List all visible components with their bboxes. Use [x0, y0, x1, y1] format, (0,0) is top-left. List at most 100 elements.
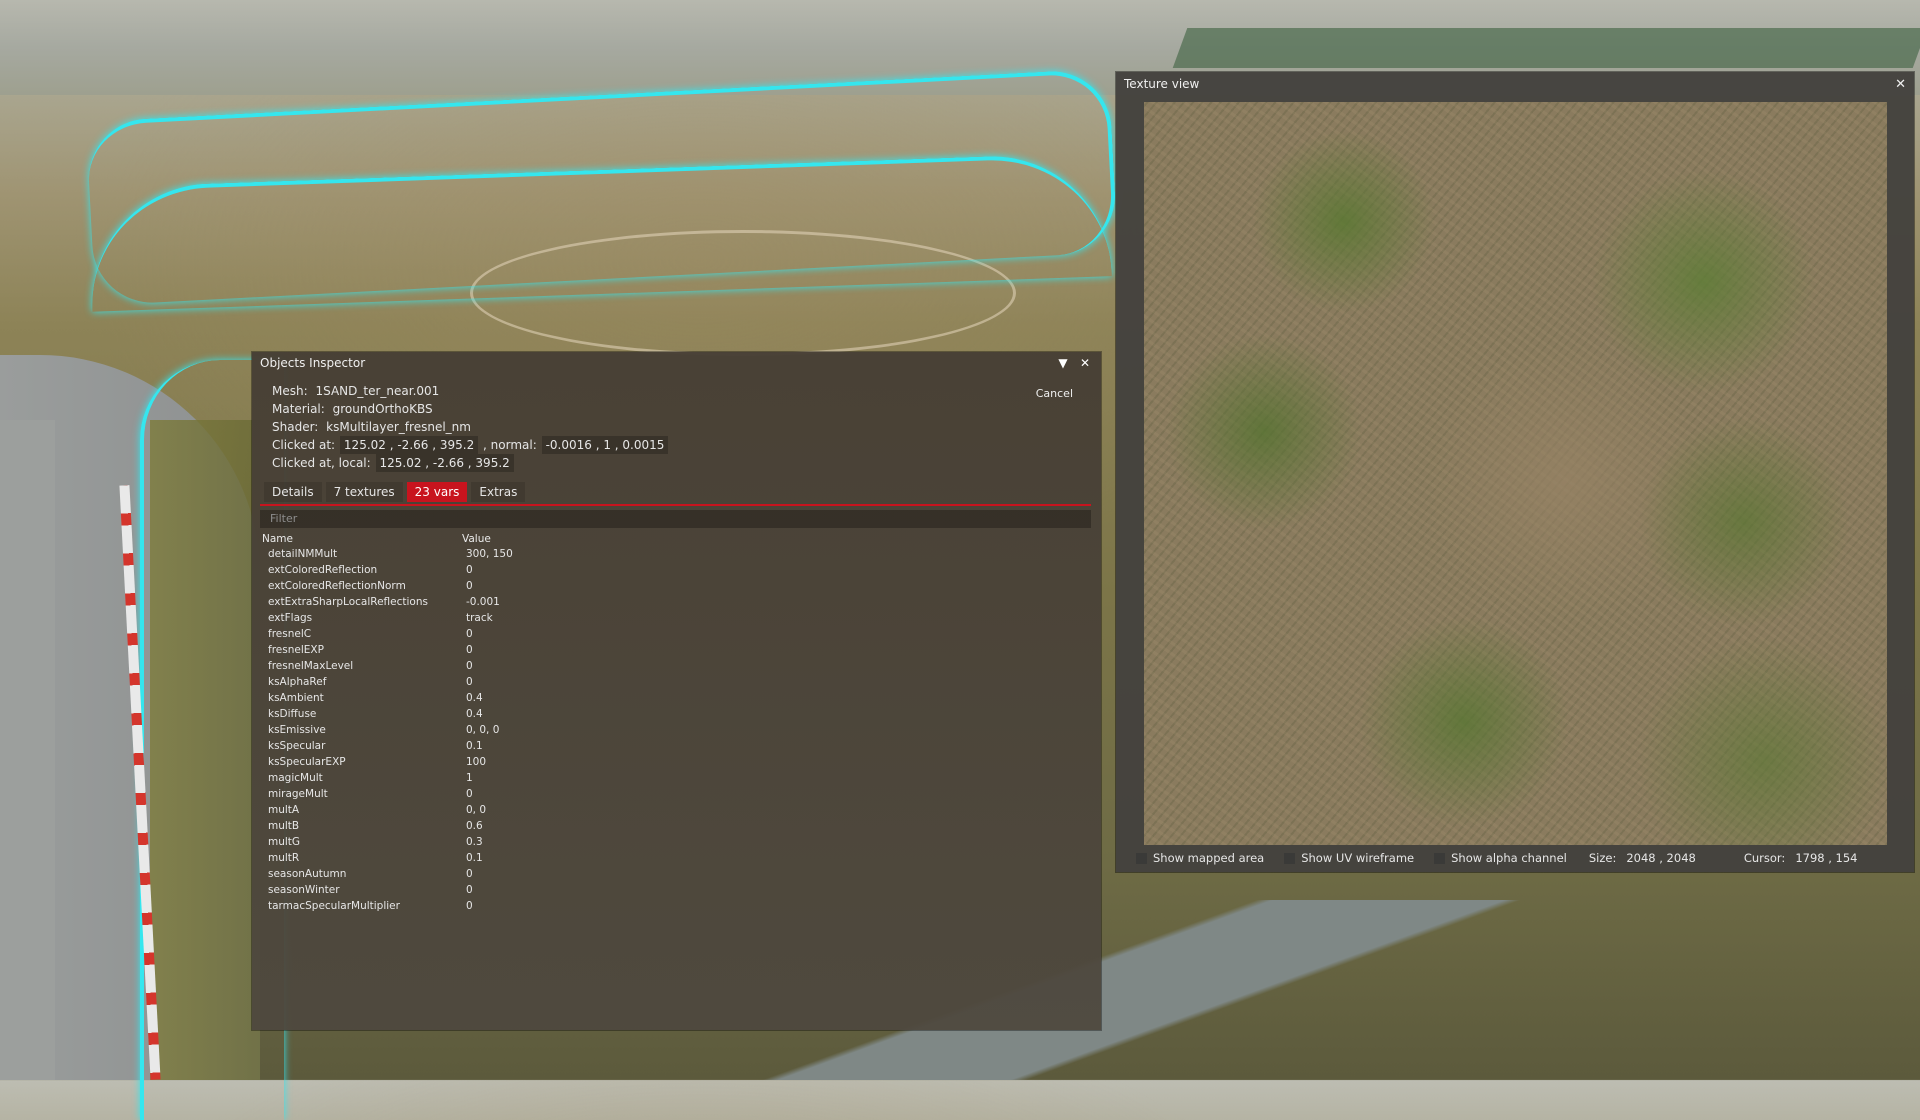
var-row[interactable]: fresnelEXP 0	[260, 642, 660, 658]
var-value: 0, 0	[466, 804, 487, 816]
clicked-at-line: Clicked at: 125.02 , -2.66 , 395.2 , nor…	[272, 436, 669, 454]
var-row[interactable]: magicMult 1	[260, 770, 660, 786]
inspector-titlebar[interactable]: Objects Inspector ▼ ✕	[252, 352, 1101, 374]
var-name: extColoredReflection	[268, 564, 378, 576]
vars-header: Name Value	[260, 532, 660, 546]
clicked-at-label: Clicked at:	[272, 438, 336, 452]
mesh-label: Mesh:	[272, 384, 308, 398]
var-row[interactable]: fresnelMaxLevel 0	[260, 658, 660, 674]
var-value: 0.4	[466, 692, 483, 704]
show-mapped-area-checkbox[interactable]: Show mapped area	[1136, 851, 1264, 865]
size-value: 2048 , 2048	[1626, 851, 1696, 865]
texture-preview[interactable]	[1144, 102, 1887, 845]
shader-value: ksMultilayer_fresnel_nm	[326, 420, 471, 434]
checkbox-box	[1284, 852, 1296, 864]
tab-vars[interactable]: 23 vars	[406, 482, 468, 502]
texture-view-panel: Texture view ✕ Show mapped area Show UV …	[1116, 72, 1914, 872]
tab-textures[interactable]: 7 textures	[325, 482, 403, 502]
column-header-value[interactable]: Value	[460, 532, 660, 546]
texture-size: Size: 2048 , 2048	[1589, 851, 1696, 865]
var-value: 0, 0, 0	[466, 724, 500, 736]
show-alpha-channel-checkbox[interactable]: Show alpha channel	[1434, 851, 1567, 865]
var-row[interactable]: extColoredReflectionNorm 0	[260, 578, 660, 594]
material-value: groundOrthoKBS	[332, 402, 433, 416]
var-row[interactable]: extExtraSharpLocalReflections -0.001	[260, 594, 660, 610]
var-row[interactable]: tarmacSpecularMultiplier 0	[260, 898, 660, 914]
mesh-info: Mesh: 1SAND_ter_near.001 Material: groun…	[272, 382, 669, 472]
var-name: multA	[268, 804, 300, 816]
var-row[interactable]: detailNMMult 300, 150	[260, 546, 660, 562]
mesh-line: Mesh: 1SAND_ter_near.001	[272, 382, 669, 400]
var-value: 0	[466, 676, 473, 688]
var-row[interactable]: seasonAutumn 0	[260, 866, 660, 882]
var-name: seasonAutumn	[268, 868, 347, 880]
var-value: 1	[466, 772, 473, 784]
size-label: Size:	[1588, 851, 1617, 865]
show-uv-wireframe-label: Show UV wireframe	[1301, 851, 1415, 865]
inspector-title: Objects Inspector	[260, 356, 366, 370]
show-alpha-channel-label: Show alpha channel	[1451, 851, 1567, 865]
checkbox-box	[1136, 852, 1147, 864]
var-name: magicMult	[268, 772, 323, 784]
var-row[interactable]: mirageMult 0	[260, 786, 660, 802]
tab-details[interactable]: Details	[264, 482, 322, 502]
material-line: Material: groundOrthoKBS	[272, 400, 669, 418]
var-row[interactable]: fresnelC 0	[260, 626, 660, 642]
close-icon[interactable]: ✕	[1077, 356, 1093, 370]
material-label: Material:	[272, 402, 325, 416]
cancel-button[interactable]: Cancel	[1028, 384, 1081, 403]
var-name: fresnelEXP	[268, 644, 324, 656]
checkbox-box	[1434, 852, 1446, 864]
var-value: 0.3	[466, 836, 483, 848]
var-row[interactable]: ksSpecular 0.1	[260, 738, 660, 754]
mesh-value: 1SAND_ter_near.001	[315, 384, 440, 398]
var-value: 0	[466, 660, 473, 672]
var-name: ksDiffuse	[268, 708, 317, 720]
var-name: detailNMMult	[268, 548, 338, 560]
var-row[interactable]: extColoredReflection 0	[260, 562, 660, 578]
objects-inspector-panel: Objects Inspector ▼ ✕ Mesh: 1SAND_ter_ne…	[252, 352, 1101, 1030]
clicked-local-label: Clicked at, local:	[272, 456, 371, 470]
collapse-icon[interactable]: ▼	[1055, 356, 1071, 370]
var-value: 0.4	[466, 708, 483, 720]
var-value: 100	[466, 756, 487, 768]
var-row[interactable]: extFlags track	[260, 610, 660, 626]
var-name: multG	[268, 836, 301, 848]
var-row[interactable]: ksDiffuse 0.4	[260, 706, 660, 722]
column-header-name[interactable]: Name	[260, 532, 460, 546]
var-value: 0	[466, 900, 473, 912]
var-name: multR	[268, 852, 300, 864]
inspector-tabs: Details 7 textures 23 vars Extras	[264, 482, 526, 502]
normal-value: -0.0016 , 1 , 0.0015	[541, 436, 669, 454]
var-row[interactable]: ksAlphaRef 0	[260, 674, 660, 690]
var-row[interactable]: ksEmissive 0, 0, 0	[260, 722, 660, 738]
var-name: extFlags	[268, 612, 313, 624]
var-value: 0	[466, 644, 473, 656]
var-value: 0	[466, 580, 473, 592]
var-name: mirageMult	[268, 788, 328, 800]
var-name: fresnelMaxLevel	[268, 660, 354, 672]
texture-view-titlebar[interactable]: Texture view ✕	[1116, 72, 1914, 96]
var-row[interactable]: seasonWinter 0	[260, 882, 660, 898]
close-icon[interactable]: ✕	[1895, 77, 1906, 92]
filter-input[interactable]: Filter	[260, 510, 1091, 528]
var-name: multB	[268, 820, 300, 832]
var-value: 0	[466, 564, 473, 576]
var-row[interactable]: multB 0.6	[260, 818, 660, 834]
show-uv-wireframe-checkbox[interactable]: Show UV wireframe	[1284, 851, 1414, 865]
var-row[interactable]: multG 0.3	[260, 834, 660, 850]
var-name: ksSpecular	[268, 740, 326, 752]
var-name: ksAlphaRef	[268, 676, 327, 688]
tab-extras[interactable]: Extras	[471, 482, 526, 502]
var-row[interactable]: ksSpecularEXP 100	[260, 754, 660, 770]
shader-line: Shader: ksMultilayer_fresnel_nm	[272, 418, 669, 436]
var-row[interactable]: multA 0, 0	[260, 802, 660, 818]
var-row[interactable]: multR 0.1	[260, 850, 660, 866]
var-name: extExtraSharpLocalReflections	[268, 596, 428, 608]
var-row[interactable]: ksAmbient 0.4	[260, 690, 660, 706]
cursor-position: Cursor: 1798 , 154	[1744, 851, 1858, 865]
var-value: 300, 150	[466, 548, 513, 560]
var-name: ksSpecularEXP	[268, 756, 346, 768]
vars-rows: detailNMMult 300, 150 extColoredReflection…	[260, 546, 660, 914]
green-field	[1172, 28, 1920, 68]
